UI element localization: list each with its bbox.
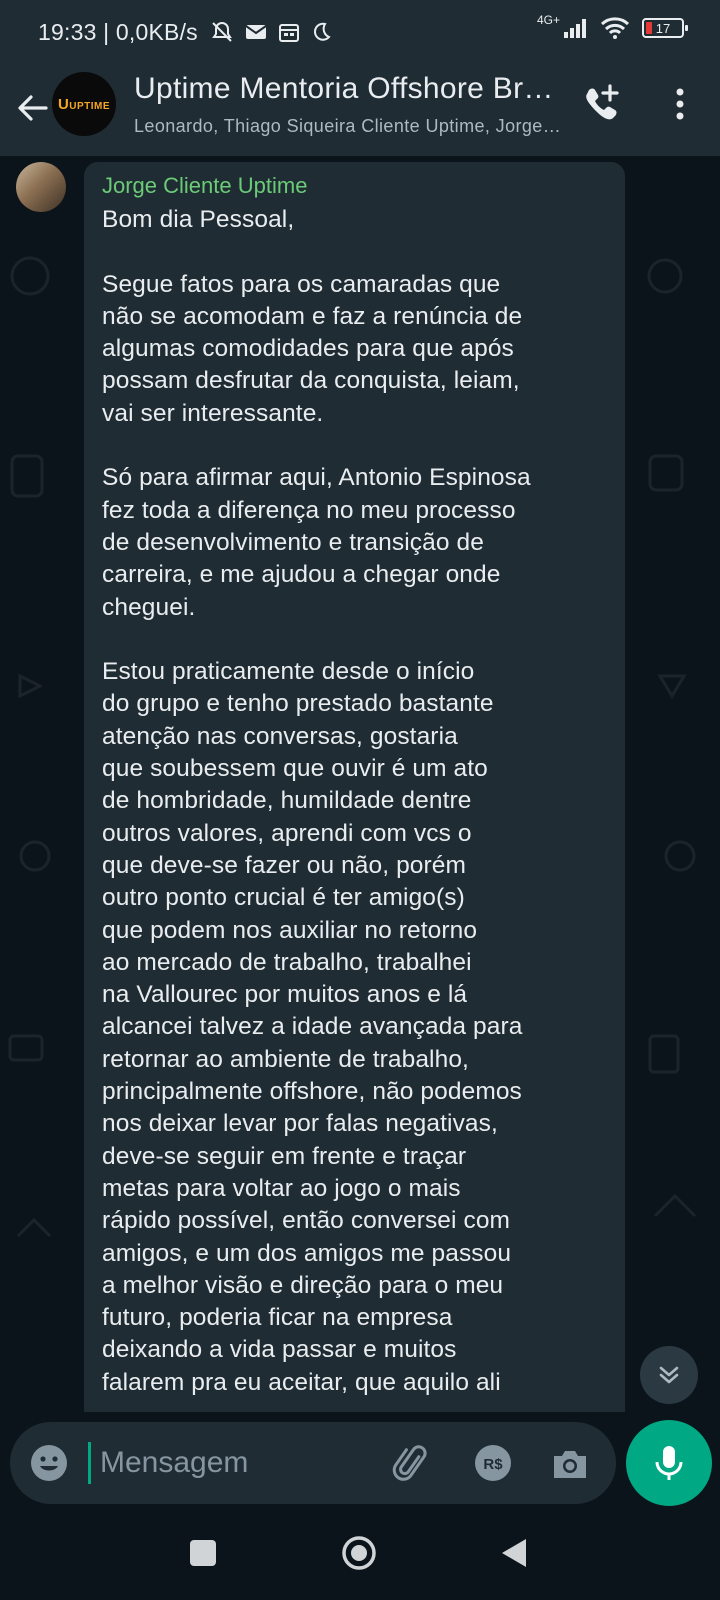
back-arrow-icon[interactable] <box>12 88 52 128</box>
payment-icon[interactable]: R$ <box>472 1442 514 1484</box>
mute-bell-icon <box>212 21 232 42</box>
wifi-icon <box>600 17 630 39</box>
battery-level: 17 <box>655 20 671 36</box>
mail-icon <box>245 25 267 39</box>
home-icon[interactable] <box>340 1534 378 1572</box>
network-type: 4G+ <box>536 13 560 27</box>
text-caret <box>88 1442 91 1484</box>
mic-icon <box>655 1446 683 1480</box>
svg-text:R$: R$ <box>483 1456 503 1473</box>
chat-title[interactable]: Uptime Mentoria Offshore Brasil <box>134 72 564 106</box>
message-text: Bom dia Pessoal, Segue fatos para os cam… <box>102 206 531 1396</box>
scroll-down-icon <box>659 1366 679 1384</box>
sender-avatar[interactable] <box>16 162 66 212</box>
emoji-icon[interactable] <box>28 1442 70 1484</box>
status-bar: 19:33 | 0,0KB/s 4G+ 17 <box>0 0 720 64</box>
chat-header: UUPTIME Uptime Mentoria Offshore Brasil … <box>0 64 720 156</box>
group-logo: UUPTIME <box>57 95 111 113</box>
status-notification-icons <box>210 20 332 44</box>
camera-icon[interactable] <box>548 1442 592 1486</box>
battery-icon: 17 <box>642 18 688 38</box>
add-call-icon[interactable] <box>580 82 624 126</box>
moon-icon <box>314 22 331 41</box>
message-input[interactable] <box>98 1439 382 1487</box>
message-bubble[interactable]: Jorge Cliente Uptime Bom dia Pessoal, Se… <box>84 162 625 1412</box>
back-icon[interactable] <box>498 1536 530 1570</box>
system-nav-bar <box>0 1512 720 1600</box>
scroll-down-button[interactable] <box>640 1346 698 1404</box>
chat-area[interactable]: Jorge Cliente Uptime Bom dia Pessoal, Se… <box>0 156 720 1412</box>
calendar-icon <box>279 24 299 42</box>
recents-icon[interactable] <box>190 1540 216 1566</box>
chat-participants[interactable]: Leonardo, Thiago Siqueira Cliente Uptime… <box>134 116 564 137</box>
group-avatar[interactable]: UUPTIME <box>52 72 116 136</box>
message-sender[interactable]: Jorge Cliente Uptime <box>102 173 307 199</box>
more-vert-icon[interactable] <box>662 84 698 124</box>
status-system-icons: 4G+ 17 <box>536 13 688 40</box>
message-composer: R$ <box>10 1422 616 1504</box>
signal-icon <box>564 19 586 38</box>
status-time-speed: 19:33 | 0,0KB/s <box>38 19 198 45</box>
attach-icon[interactable] <box>390 1442 434 1486</box>
mic-button[interactable] <box>626 1420 712 1506</box>
